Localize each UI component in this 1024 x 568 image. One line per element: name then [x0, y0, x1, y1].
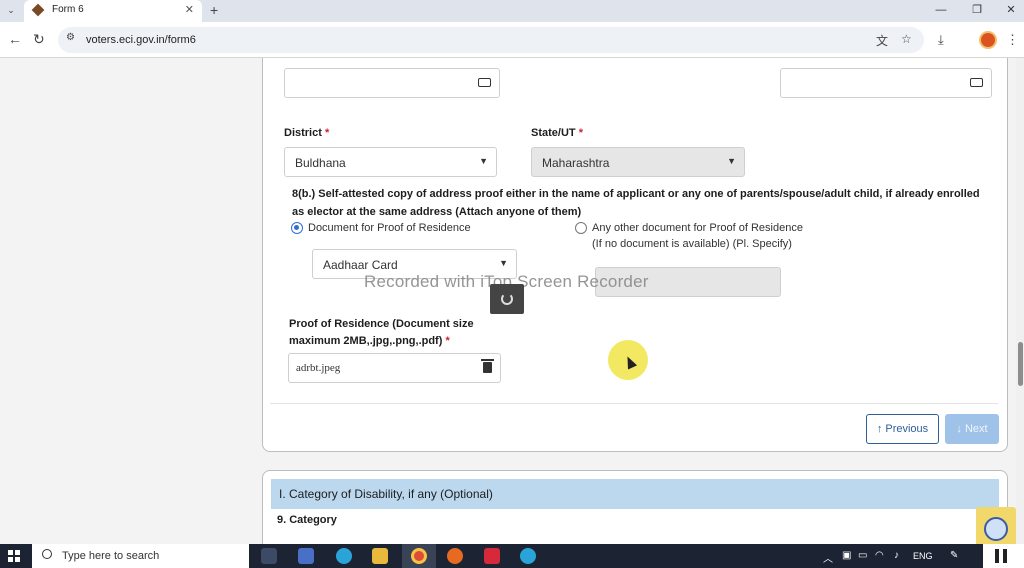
state-select: Maharashtra ▼ [531, 147, 745, 177]
divider [270, 403, 998, 404]
close-window-button[interactable]: ✕ [996, 0, 1024, 22]
district-select[interactable]: Buldhana ▼ [284, 147, 497, 177]
task-view-icon[interactable] [261, 548, 277, 564]
eci-favicon-icon [31, 3, 45, 17]
search-icon [42, 549, 52, 559]
trash-icon[interactable] [481, 359, 494, 373]
file-explorer-icon[interactable] [372, 548, 388, 564]
language-indicator[interactable]: ENG [913, 551, 933, 561]
uploaded-file-field: adrbt.jpeg [288, 353, 501, 383]
back-arrow-icon[interactable]: ← [8, 31, 22, 47]
volume-icon[interactable]: ♪ [894, 550, 899, 561]
next-button[interactable]: ↓ Next [945, 414, 999, 444]
uploaded-file-name: adrbt.jpeg [296, 362, 341, 374]
meet-icon[interactable]: ▣ [842, 550, 851, 561]
pause-icon [995, 549, 999, 563]
taskbar-search-box[interactable]: Type here to search [32, 544, 249, 568]
chevron-down-icon: ▼ [499, 258, 508, 268]
pen-icon[interactable]: ✎ [950, 550, 958, 561]
tab-title: Form 6 [52, 4, 84, 15]
translate-icon[interactable]: 文 [876, 32, 888, 49]
restore-button[interactable]: ❐ [962, 0, 992, 22]
previous-button[interactable]: ↑ Previous [866, 414, 939, 444]
chevron-up-icon[interactable]: ︿ [823, 550, 833, 565]
eci-logo [976, 507, 1016, 544]
loading-spinner [490, 284, 524, 314]
disability-section-title: I. Category of Disability, if any (Optio… [279, 487, 493, 501]
district-label: District * [284, 127, 330, 139]
edge-browser-icon[interactable] [336, 548, 352, 564]
spinner-icon [501, 293, 513, 305]
browser-tab-bar: ⌄ Form 6 ✕ + — ❐ ✕ [0, 0, 1024, 22]
district-value: Buldhana [295, 156, 346, 170]
state-label: State/UT * [531, 127, 583, 139]
profile-avatar-icon[interactable] [979, 31, 997, 49]
chevron-down-icon: ▼ [727, 156, 736, 166]
screen-recorder-icon[interactable] [484, 548, 500, 564]
category-label: 9. Category [277, 514, 337, 526]
document-type-value: Aadhaar Card [323, 258, 398, 272]
tab-close-icon[interactable]: ✕ [185, 3, 194, 16]
network-icon[interactable]: ▭ [858, 550, 867, 561]
tab-search-button[interactable]: ⌄ [2, 1, 20, 19]
keyboard-icon[interactable] [478, 78, 491, 87]
reload-icon[interactable]: ↻ [33, 31, 45, 47]
proof-upload-label: Proof of Residence (Document size maximu… [289, 318, 474, 347]
wifi-icon[interactable]: ◠ [875, 550, 884, 561]
scrollbar-thumb[interactable] [1018, 342, 1023, 386]
address-bar[interactable]: ⚙ voters.eci.gov.in/form6 文 ☆ [58, 27, 924, 53]
recorder-pause-button[interactable] [983, 544, 1024, 568]
radio-document-proof-label[interactable]: Document for Proof of Residence [308, 222, 471, 234]
page-scrollbar[interactable] [1016, 58, 1024, 544]
keyboard-icon[interactable] [970, 78, 983, 87]
chevron-down-icon: ▼ [479, 156, 488, 166]
chrome-browser-icon[interactable] [411, 548, 427, 564]
bookmark-star-icon[interactable]: ☆ [901, 32, 912, 46]
browser-toolbar: ← ↻ ⚙ voters.eci.gov.in/form6 文 ☆ ⤓ ⋮ [0, 22, 1024, 58]
minimize-button[interactable]: — [926, 0, 956, 22]
disability-section-header[interactable]: I. Category of Disability, if any (Optio… [271, 479, 999, 509]
site-info-icon[interactable]: ⚙ [66, 32, 78, 46]
text-input-left[interactable] [284, 68, 500, 98]
new-tab-button[interactable]: + [210, 0, 218, 20]
store-app-icon[interactable] [298, 548, 314, 564]
windows-start-icon[interactable] [8, 550, 20, 562]
radio-other-document-label[interactable]: Any other document for Proof of Residenc… [592, 222, 803, 234]
state-value: Maharashtra [542, 156, 610, 170]
radio-document-proof[interactable] [291, 222, 303, 234]
windows-taskbar: Type here to search ︿ ▣ ▭ ◠ ♪ ENG ✎ [0, 544, 1024, 568]
taskbar-search-text[interactable]: Type here to search [62, 550, 159, 562]
page-viewport: District * Buldhana ▼ State/UT * Maharas… [0, 58, 1024, 544]
text-input-right[interactable] [780, 68, 992, 98]
url-text[interactable]: voters.eci.gov.in/form6 [86, 34, 196, 46]
radio-other-document-hint: (If no document is available) (Pl. Speci… [592, 238, 792, 250]
firefox-browser-icon[interactable] [447, 548, 463, 564]
download-icon[interactable]: ⤓ [938, 32, 944, 48]
globe-icon [984, 517, 1008, 541]
telegram-icon[interactable] [520, 548, 536, 564]
address-proof-instruction: 8(b.) Self-attested copy of address proo… [292, 188, 980, 218]
pause-icon-bar [1003, 549, 1007, 563]
menu-kebab-icon[interactable]: ⋮ [1006, 32, 1019, 48]
radio-other-document[interactable] [575, 222, 587, 234]
tab-form6[interactable]: Form 6 ✕ [24, 0, 202, 22]
